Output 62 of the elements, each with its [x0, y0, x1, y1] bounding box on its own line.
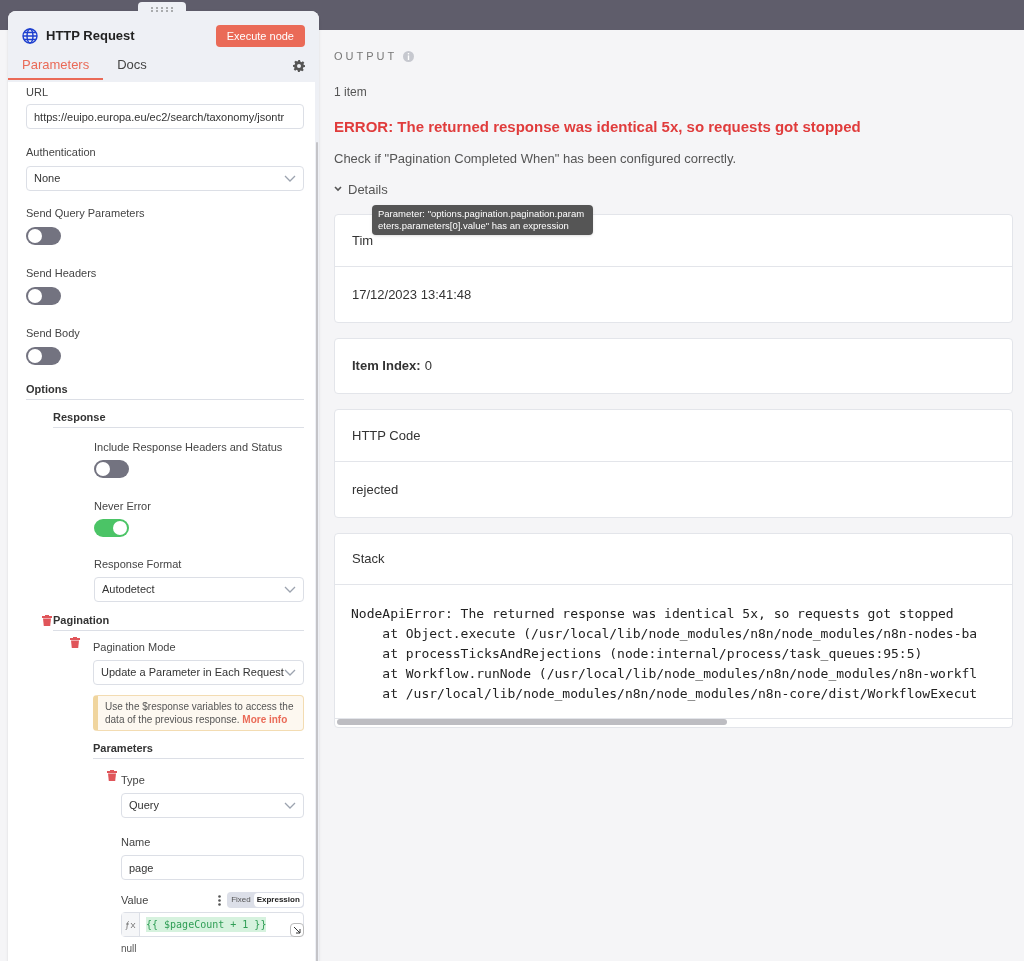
toggle-switch[interactable] [94, 519, 129, 537]
scrollbar-thumb[interactable] [315, 142, 318, 961]
field-label: Send Query Parameters [26, 207, 146, 220]
card-value: 0 [424, 357, 432, 376]
details-toggle[interactable]: Details [334, 179, 1013, 199]
text-input[interactable]: https://euipo.europa.eu/ec2/search/taxonomy/jsontr [26, 104, 304, 129]
expression-text: {{ $pageCount + 1 }} [146, 917, 267, 932]
trash-icon[interactable] [107, 770, 117, 781]
stack-trace: NodeApiError: The returned response was identical 5x, so requests got stopped at Object.execute (/usr/local/lib/node_modules/n8n/node_modules/n8n-nodes-ba at processTicksAndRejections (node:internal/process/task_queues:95:5) at Workflow.runNode (/usr/local/lib/node_modules/n8n/node_modules/n8n-workfl at /usr/local/lib/node_modules/n8n/node_modules/n8n-core/dist/WorkflowExecut [350, 605, 979, 703]
output-title: OUTPUT [334, 49, 398, 64]
card-value: rejected [351, 480, 400, 499]
field-label: URL [26, 86, 49, 99]
toggle-switch[interactable] [26, 287, 61, 305]
chevron-down-icon [283, 174, 296, 183]
tooltip: Parameter: "options.pagination.pagination.parameters.parameters[0].value" has an expression [372, 205, 593, 235]
error-message: ERROR: The returned response was identical 5x, so requests got stopped [334, 116, 862, 137]
field-label: Type [121, 774, 146, 787]
error-hint: Check if "Pagination Completed When" has been configured correctly. [334, 150, 738, 168]
section-heading: Options [26, 383, 304, 400]
toggle-switch[interactable] [94, 460, 129, 478]
expression-result: null [121, 942, 138, 956]
dropdown[interactable]: Autodetect [94, 577, 304, 602]
field-label: Value [121, 893, 149, 907]
field-label: Response Format [94, 558, 183, 571]
section-heading: Pagination [53, 614, 304, 631]
field-label: Send Headers [26, 267, 98, 280]
text-input[interactable]: page [121, 855, 304, 880]
mode-option[interactable]: Fixed [228, 893, 254, 907]
field-label: Name [121, 836, 152, 849]
card-title: HTTP Code [335, 410, 1012, 462]
item-count: 1 item [334, 83, 368, 101]
field-label: Authentication [26, 146, 97, 159]
expand-icon[interactable] [289, 923, 304, 937]
dropdown[interactable]: None [26, 166, 304, 191]
more-options-icon[interactable] [218, 894, 222, 906]
field-label: Include Response Headers and Status [94, 441, 284, 454]
field-label: Send Body [26, 327, 81, 340]
trash-icon[interactable] [70, 637, 80, 648]
section-heading: Parameters [93, 742, 304, 759]
globe-icon [22, 28, 38, 44]
field-label: Pagination Mode [93, 641, 177, 654]
tab[interactable]: Docs [103, 55, 161, 80]
chevron-down-icon [283, 801, 296, 810]
info-notice: Use the $response variables to access the data of the previous response. More info [93, 695, 304, 731]
info-icon [403, 50, 415, 62]
settings-icon[interactable] [293, 60, 305, 72]
chevron-down-icon [283, 585, 296, 594]
card-value: 17/12/2023 13:41:48 [351, 285, 473, 304]
card-title: Stack [335, 534, 1012, 585]
toggle-switch[interactable] [26, 347, 61, 365]
function-icon [122, 913, 140, 936]
section-heading: Response [53, 411, 304, 428]
dropdown[interactable]: Query [121, 793, 304, 818]
trash-icon[interactable] [42, 615, 52, 626]
chevron-down-icon [283, 668, 296, 677]
toggle-switch[interactable] [26, 227, 61, 245]
card-title: Item Index: [352, 357, 421, 376]
field-label: Never Error [94, 500, 152, 513]
mode-option[interactable]: Expression [253, 893, 303, 907]
node-title: HTTP Request [46, 27, 135, 46]
scrollbar-thumb[interactable] [337, 719, 727, 725]
dropdown[interactable]: Update a Parameter in Each Request [93, 660, 304, 685]
